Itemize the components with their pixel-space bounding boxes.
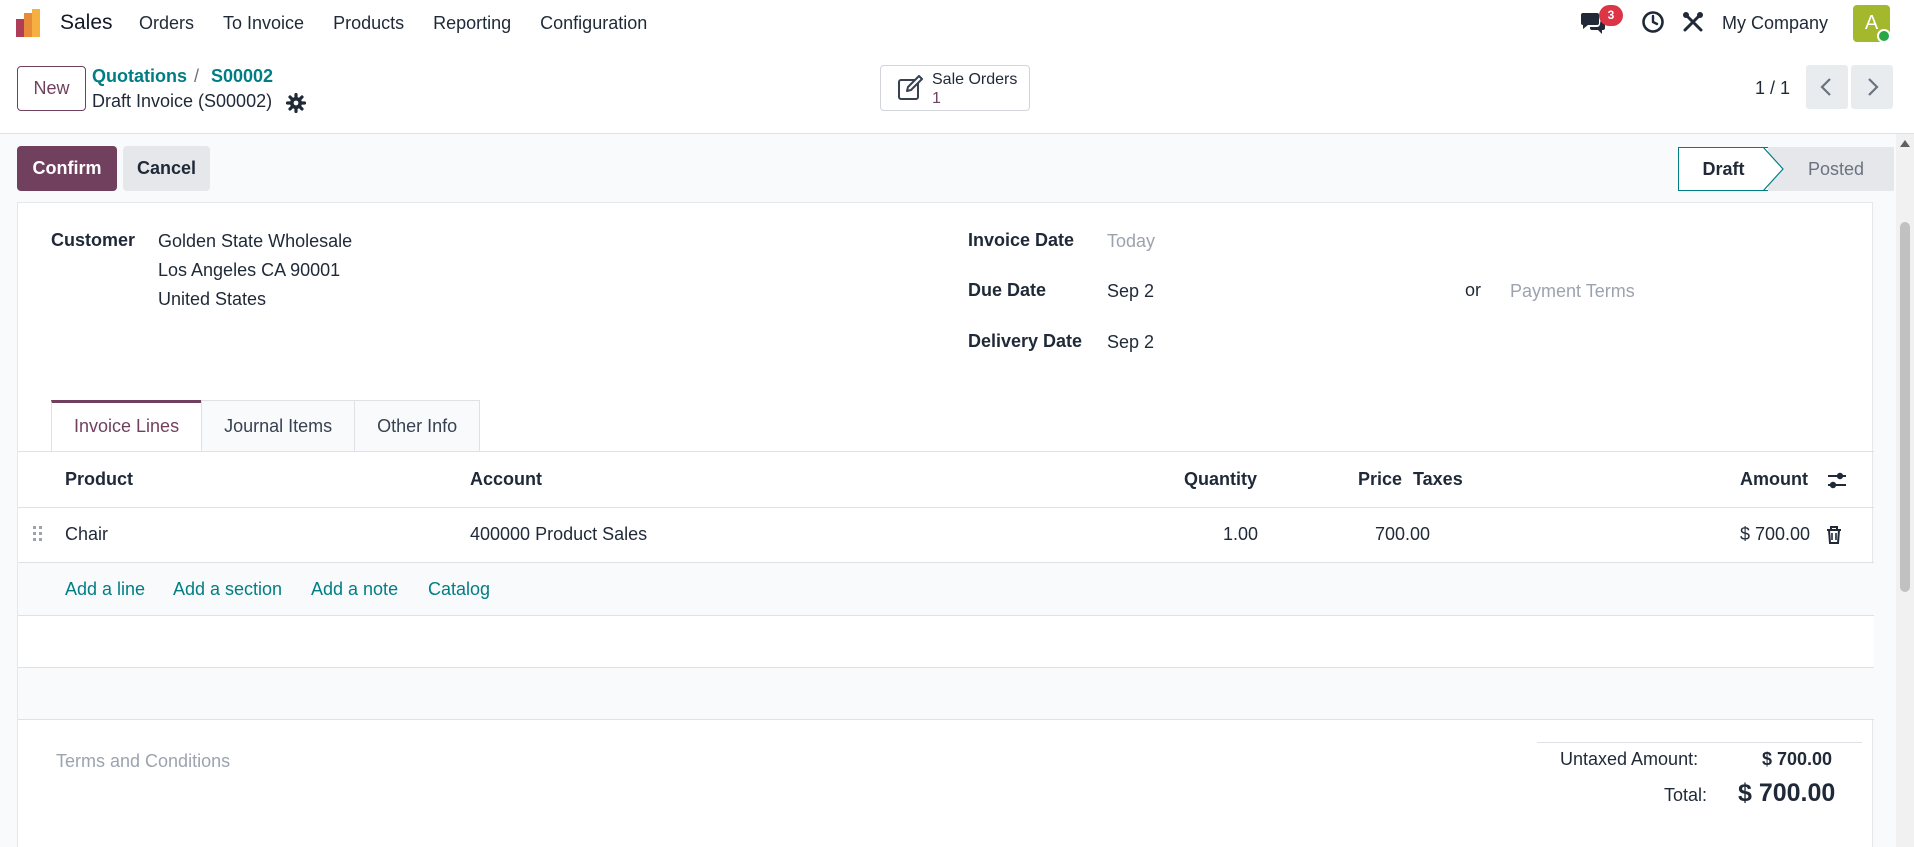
total-value: $ 700.00 <box>1738 779 1836 807</box>
clock-icon[interactable] <box>1641 10 1665 34</box>
company-switcher[interactable]: My Company <box>1722 13 1828 34</box>
payment-terms-field[interactable]: Payment Terms <box>1510 281 1635 302</box>
menu-to-invoice[interactable]: To Invoice <box>223 13 304 34</box>
customer-label: Customer <box>51 230 136 250</box>
catalog-link[interactable]: Catalog <box>428 579 490 600</box>
breadcrumb-separator: / <box>194 66 200 86</box>
sales-app-icon[interactable] <box>14 7 46 39</box>
untaxed-amount-value: $ 700.00 <box>1762 749 1833 769</box>
customer-name[interactable]: Golden State Wholesale <box>158 231 352 252</box>
main-menu: Orders To Invoice Products Reporting Con… <box>139 13 676 34</box>
add-line-link[interactable]: Add a line <box>65 579 145 600</box>
invoice-date-label: Invoice Date <box>968 230 1075 250</box>
breadcrumb-order[interactable]: S00002 <box>211 66 273 87</box>
untaxed-amount-label: Untaxed Amount: <box>1560 749 1699 769</box>
total-label: Total: <box>1664 785 1708 805</box>
add-section-link[interactable]: Add a section <box>173 579 282 600</box>
scroll-thumb[interactable] <box>1900 222 1910 592</box>
new-button[interactable]: New <box>17 66 86 111</box>
add-note-link[interactable]: Add a note <box>311 579 398 600</box>
row-account[interactable]: 400000 Product Sales <box>470 524 647 545</box>
delivery-date-field[interactable]: Sep 2 <box>1107 332 1154 353</box>
smart-button-count: 1 <box>932 90 941 107</box>
column-account[interactable]: Account <box>470 469 542 490</box>
drag-handle-icon[interactable] <box>32 525 44 545</box>
control-panel: New Quotations / S00002 Draft Invoice (S… <box>0 46 1914 134</box>
edit-icon <box>898 75 923 100</box>
smart-button-label: Sale Orders <box>932 71 1018 88</box>
delivery-date-label: Delivery Date <box>968 331 1083 351</box>
or-label: or <box>1465 280 1482 300</box>
trash-icon[interactable] <box>1825 525 1843 545</box>
pager-previous-button[interactable] <box>1806 65 1848 109</box>
notebook-tabs: Invoice Lines Journal Items Other Info <box>51 400 481 452</box>
gear-icon[interactable] <box>286 93 306 113</box>
form-sheet: Customer Golden State Wholesale Los Ange… <box>17 202 1874 847</box>
column-amount[interactable]: Amount <box>1740 469 1808 490</box>
tab-invoice-lines[interactable]: Invoice Lines <box>51 400 203 452</box>
tools-icon[interactable] <box>1681 10 1705 34</box>
row-product[interactable]: Chair <box>65 524 108 545</box>
cancel-button[interactable]: Cancel <box>123 146 210 191</box>
empty-row <box>18 616 1874 667</box>
chat-count-badge: 3 <box>1599 5 1623 26</box>
page-scrollbar[interactable] <box>1896 134 1914 847</box>
pager-value[interactable]: 1 / 1 <box>1755 78 1790 99</box>
customer-country: United States <box>158 289 267 309</box>
tab-other-info[interactable]: Other Info <box>354 400 481 452</box>
row-price[interactable]: 700.00 <box>1375 524 1430 545</box>
menu-orders[interactable]: Orders <box>139 13 194 34</box>
row-divider <box>18 719 1874 720</box>
tab-journal-items[interactable]: Journal Items <box>201 400 356 452</box>
menu-products[interactable]: Products <box>333 13 404 34</box>
top-navbar: Sales Orders To Invoice Products Reporti… <box>0 0 1914 46</box>
online-status-dot <box>1877 29 1891 43</box>
chevron-left-icon <box>1820 78 1831 96</box>
due-date-label: Due Date <box>968 280 1047 300</box>
row-amount: $ 700.00 <box>1740 524 1811 544</box>
confirm-button[interactable]: Confirm <box>17 146 117 191</box>
customer-address-line: Los Angeles CA 90001 <box>158 260 341 280</box>
optional-columns-icon[interactable] <box>1826 471 1848 491</box>
sale-orders-smart-button[interactable]: Sale Orders 1 <box>880 65 1030 111</box>
menu-reporting[interactable]: Reporting <box>433 13 511 34</box>
column-product[interactable]: Product <box>65 469 133 490</box>
terms-and-conditions-field[interactable]: Terms and Conditions <box>56 751 230 772</box>
table-row[interactable] <box>18 508 1874 562</box>
tab-divider <box>18 451 1874 452</box>
stage-draft[interactable]: Draft <box>1678 147 1768 191</box>
column-price[interactable]: Price <box>1358 469 1402 490</box>
due-date-field[interactable]: Sep 2 <box>1107 281 1154 302</box>
status-bar: Confirm Cancel Posted Draft <box>0 134 1900 202</box>
record-title: Draft Invoice (S00002) <box>92 91 273 111</box>
column-taxes[interactable]: Taxes <box>1413 469 1463 490</box>
app-name[interactable]: Sales <box>60 11 113 35</box>
scroll-up-arrow[interactable] <box>1900 140 1910 147</box>
menu-configuration[interactable]: Configuration <box>540 13 647 34</box>
invoice-date-field[interactable]: Today <box>1107 231 1155 252</box>
empty-row <box>18 668 1874 719</box>
add-actions-row <box>18 563 1874 615</box>
row-quantity[interactable]: 1.00 <box>1223 524 1258 545</box>
column-quantity[interactable]: Quantity <box>1184 469 1257 490</box>
stage-arrow <box>1763 147 1784 191</box>
breadcrumb-quotations[interactable]: Quotations <box>92 66 187 87</box>
totals-divider <box>1537 742 1862 743</box>
pager-next-button[interactable] <box>1851 65 1893 109</box>
chevron-right-icon <box>1868 78 1879 96</box>
